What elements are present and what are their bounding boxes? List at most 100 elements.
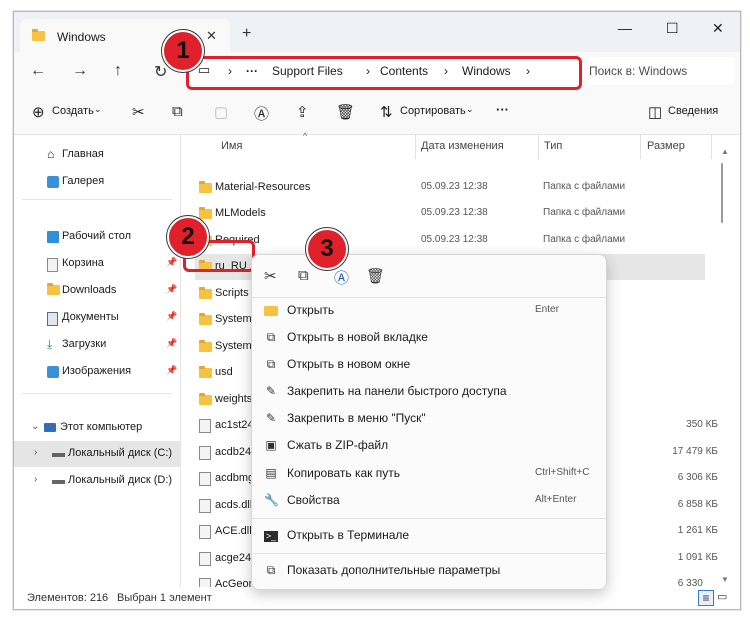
menu-item-open[interactable]: Открыть Enter xyxy=(252,298,606,324)
folder-icon xyxy=(32,29,45,44)
search-box[interactable]: Поиск в: Windows xyxy=(587,57,735,85)
cut-icon[interactable]: ✂ xyxy=(132,103,145,121)
drive-icon xyxy=(52,480,65,484)
file-icon xyxy=(199,472,211,489)
copy-icon[interactable]: ⧉ xyxy=(172,103,183,120)
selection-count: Выбран 1 элемент xyxy=(117,592,212,604)
paste-icon[interactable]: ▢ xyxy=(214,103,228,121)
folder-icon xyxy=(199,287,212,302)
minimize-button[interactable]: — xyxy=(618,20,632,36)
sidebar-item-pictures[interactable]: Изображения 📌 xyxy=(14,359,180,385)
folder-icon xyxy=(199,393,212,408)
chevron-right-icon[interactable]: › xyxy=(34,447,37,458)
maximize-button[interactable]: ☐ xyxy=(666,20,679,37)
drive-icon xyxy=(52,453,65,457)
chevron-down-icon: ⌄ xyxy=(94,104,102,114)
menu-item-compress-zip[interactable]: ▣ Сжать в ZIP-файл xyxy=(252,433,606,459)
close-tab-icon[interactable]: ✕ xyxy=(206,28,217,44)
up-button[interactable]: ↑ xyxy=(114,62,122,80)
copy-icon[interactable]: ⧉ xyxy=(298,267,309,284)
chevron-down-icon[interactable]: ⌄ xyxy=(31,421,39,432)
pin-icon: 📌 xyxy=(166,284,178,294)
chevron-down-icon: ⌄ xyxy=(466,104,474,114)
table-row[interactable]: Material-Resources 05.09.23 12:38 Папка … xyxy=(195,175,705,201)
delete-icon[interactable]: 🗑 xyxy=(336,103,355,121)
sidebar-item-label: Главная xyxy=(62,148,104,160)
menu-item-open-new-tab[interactable]: ⧉ Открыть в новой вкладке xyxy=(252,325,606,351)
sidebar-item-label: Этот компьютер xyxy=(60,421,143,433)
desktop-icon xyxy=(47,231,59,243)
rename-icon[interactable]: Ⓐ xyxy=(254,103,269,124)
pin-icon: 📌 xyxy=(166,311,178,321)
share-icon[interactable]: ⇪ xyxy=(296,103,309,121)
folder-icon xyxy=(199,181,212,196)
sidebar-item-recycle-bin[interactable]: Корзина 📌 xyxy=(14,251,180,277)
menu-item-open-new-window[interactable]: ⧉ Открыть в новом окне xyxy=(252,352,606,378)
command-bar: ⊕ Создать ⌄ ✂ ⧉ ▢ Ⓐ ⇪ 🗑 ⇅ Сортировать ⌄ … xyxy=(14,94,740,135)
close-window-button[interactable]: ✕ xyxy=(712,20,724,37)
folder-open-icon xyxy=(264,306,278,316)
navigation-pane: ⌂ Главная Галерея Рабочий стол 📌 Корзина… xyxy=(14,135,180,587)
vertical-scrollbar[interactable]: ▲ ▼ xyxy=(718,147,729,587)
details-view-icon[interactable]: ≡ xyxy=(698,590,714,606)
rename-icon[interactable]: Ⓐ xyxy=(334,267,349,288)
menu-item-pin-quick-access[interactable]: ✎ Закрепить на панели быстрого доступа xyxy=(252,379,606,405)
forward-button[interactable]: → xyxy=(72,62,88,80)
item-count: Элементов: 216 xyxy=(27,592,109,604)
plus-circle-icon: ⊕ xyxy=(32,104,45,121)
cut-icon[interactable]: ✂ xyxy=(264,267,277,285)
table-row[interactable]: Required 05.09.23 12:38 Папка с файлами xyxy=(195,228,705,254)
status-bar: Элементов: 216 Выбран 1 элемент ≡ ▭ xyxy=(14,587,740,609)
refresh-button[interactable]: ↻ xyxy=(154,62,167,82)
pin-icon: 📌 xyxy=(166,338,178,348)
folder-icon xyxy=(47,283,60,297)
scroll-up-icon[interactable]: ▲ xyxy=(721,147,729,156)
menu-item-copy-as-path[interactable]: ▤ Копировать как путь Ctrl+Shift+C xyxy=(252,461,606,487)
sidebar-item-home[interactable]: ⌂ Главная xyxy=(14,142,180,168)
file-icon xyxy=(199,525,211,542)
more-button[interactable]: ··· xyxy=(496,102,509,117)
sort-arrow-icon: ^ xyxy=(303,131,308,141)
sidebar-item-desktop[interactable]: Рабочий стол 📌 xyxy=(14,224,180,250)
sidebar-item-label: Корзина xyxy=(62,257,104,269)
sidebar-item-gallery[interactable]: Галерея xyxy=(14,169,180,195)
tiles-view-icon[interactable]: ▭ xyxy=(717,590,727,603)
sidebar-item-downloads-folder[interactable]: Downloads 📌 xyxy=(14,278,180,304)
new-tab-button[interactable]: + xyxy=(242,25,251,43)
sidebar-item-label: Документы xyxy=(62,311,119,323)
file-icon xyxy=(199,446,211,463)
divider xyxy=(22,393,172,394)
menu-item-properties[interactable]: 🔧 Свойства Alt+Enter xyxy=(252,488,606,514)
pin-start-icon: ✎ xyxy=(265,411,277,425)
column-header-name[interactable]: Имя xyxy=(221,140,242,152)
file-icon xyxy=(199,578,211,587)
chevron-right-icon[interactable]: › xyxy=(34,474,37,485)
sidebar-item-drive-d[interactable]: › Локальный диск (D:) xyxy=(14,468,180,494)
delete-icon[interactable]: 🗑 xyxy=(366,267,385,285)
column-header-type[interactable]: Тип xyxy=(544,140,562,152)
column-header-size[interactable]: Размер xyxy=(647,140,685,152)
menu-item-open-terminal[interactable]: >_ Открыть в Терминале xyxy=(252,523,606,549)
divider xyxy=(22,199,172,200)
column-header-date[interactable]: Дата изменения xyxy=(421,140,504,152)
sidebar-item-label: Локальный диск (D:) xyxy=(68,474,173,486)
sidebar-item-drive-c[interactable]: › Локальный диск (C:) xyxy=(14,441,180,467)
back-button[interactable]: ← xyxy=(30,62,46,80)
scroll-thumb[interactable] xyxy=(721,163,723,223)
details-button[interactable]: Сведения xyxy=(668,105,718,117)
sort-button[interactable]: Сортировать xyxy=(400,105,466,117)
sidebar-item-documents[interactable]: Документы 📌 xyxy=(14,305,180,331)
sidebar-item-label: Downloads xyxy=(62,284,117,296)
sidebar-item-label: Галерея xyxy=(62,175,105,187)
copy-path-icon: ▤ xyxy=(265,466,277,480)
menu-item-pin-start[interactable]: ✎ Закрепить в меню "Пуск" xyxy=(252,406,606,432)
sidebar-item-this-pc[interactable]: ⌄ Этот компьютер xyxy=(14,415,180,441)
pin-icon: 📌 xyxy=(166,365,178,375)
menu-item-more-options[interactable]: ⧉ Показать дополнительные параметры xyxy=(252,558,606,584)
create-button[interactable]: Создать xyxy=(52,105,94,117)
sidebar-item-downloads[interactable]: ⤓ Загрузки 📌 xyxy=(14,332,180,358)
table-row[interactable]: MLModels 05.09.23 12:38 Папка с файлами xyxy=(195,201,705,227)
sidebar-item-label: Загрузки xyxy=(62,338,107,350)
new-tab-icon: ⧉ xyxy=(266,330,276,344)
scroll-down-icon[interactable]: ▼ xyxy=(721,575,729,584)
